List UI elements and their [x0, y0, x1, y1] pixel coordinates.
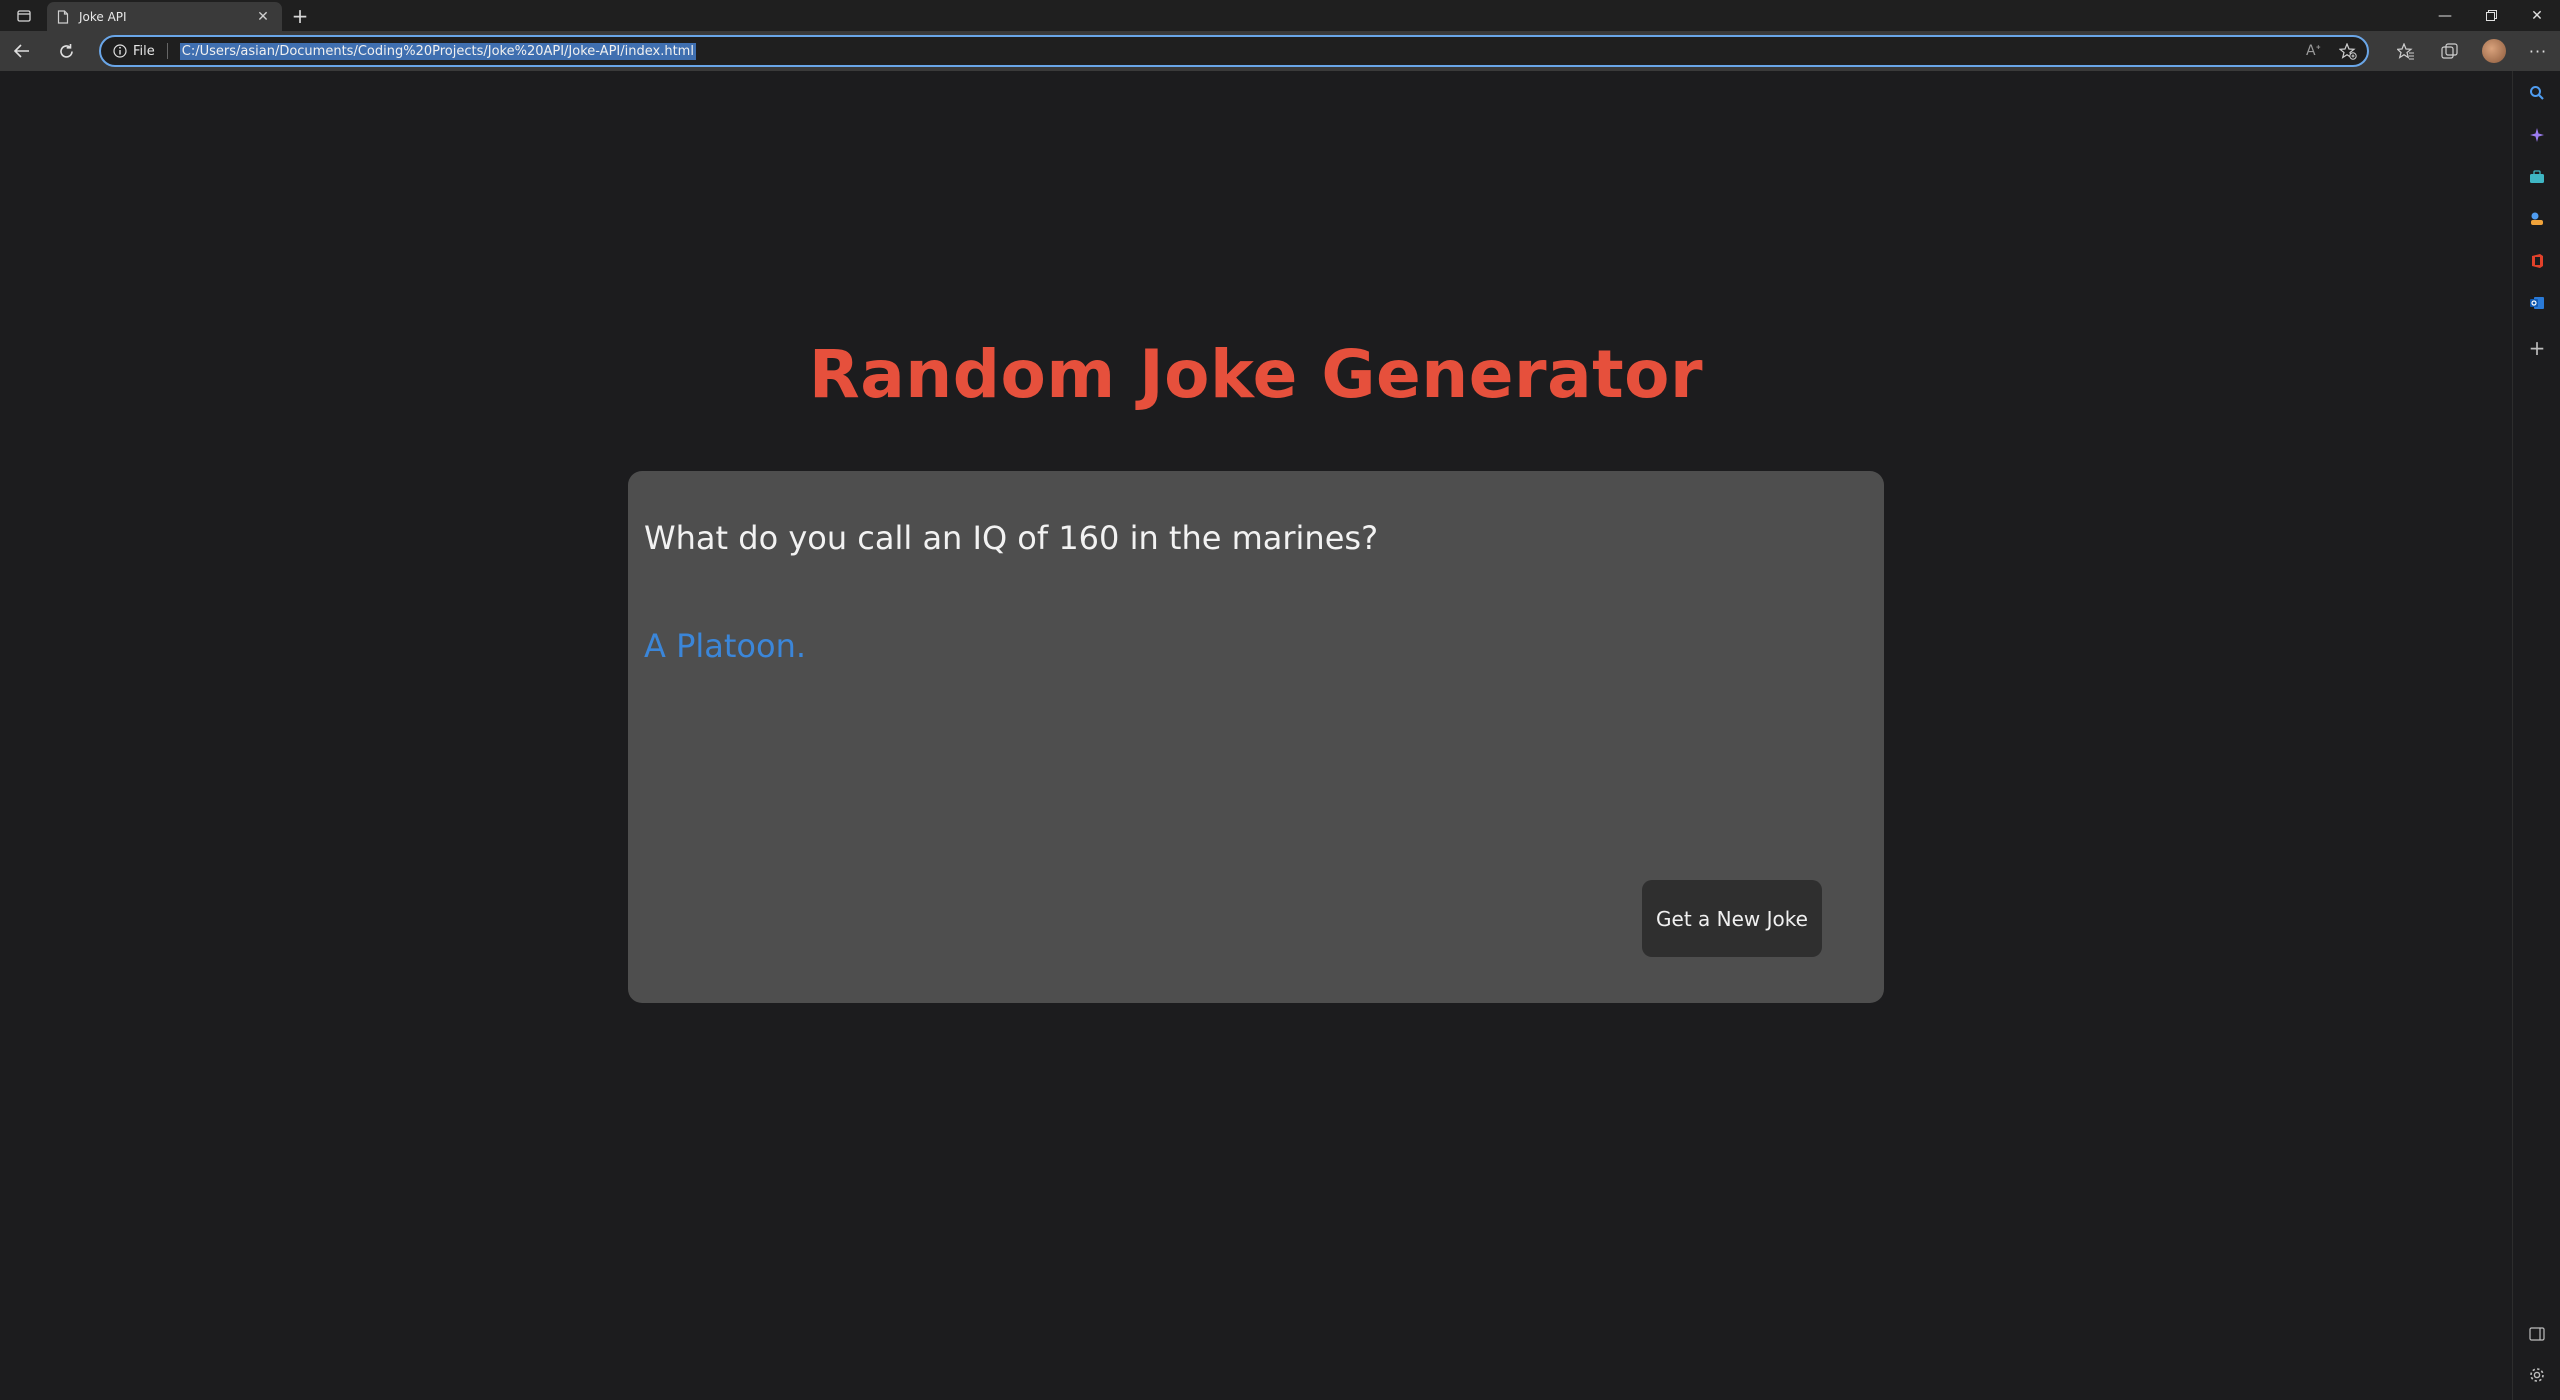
joke-punchline: A Platoon.: [644, 627, 807, 665]
sparkle-icon: [2530, 128, 2544, 142]
address-bar[interactable]: File C:/Users/asian/Documents/Coding%20P…: [99, 35, 2369, 67]
plus-icon: +: [2528, 336, 2546, 360]
sidebar-office-button[interactable]: [2513, 243, 2560, 279]
plus-icon: +: [291, 3, 309, 28]
tab-actions-button[interactable]: [0, 0, 47, 31]
site-info-button[interactable]: File: [113, 43, 168, 59]
title-bar: Joke API ✕ + — ✕: [0, 0, 2560, 31]
page-viewport: Random Joke Generator What do you call a…: [0, 71, 2512, 1400]
joke-setup: What do you call an IQ of 160 in the mar…: [644, 519, 1379, 557]
refresh-icon: [59, 43, 73, 58]
minimize-button[interactable]: —: [2422, 0, 2468, 31]
tab-title: Joke API: [79, 9, 127, 24]
sidebar-outlook-button[interactable]: [2513, 285, 2560, 321]
browser-toolbar: File C:/Users/asian/Documents/Coding%20P…: [0, 31, 2560, 71]
profile-button[interactable]: [2472, 31, 2516, 71]
sidebar-hide-button[interactable]: [2513, 1316, 2560, 1352]
sidebar-copilot-button[interactable]: [2513, 117, 2560, 153]
back-arrow-icon: [13, 44, 29, 58]
office-icon: [2532, 254, 2543, 268]
games-icon: [2531, 212, 2543, 225]
settings-menu-button[interactable]: ···: [2516, 31, 2560, 71]
edge-sidebar: +: [2512, 71, 2560, 1400]
sidebar-add-button[interactable]: +: [2513, 330, 2560, 366]
toolbar-right-group: ···: [2384, 31, 2560, 71]
minimize-icon: —: [2438, 7, 2452, 24]
favorites-icon: [2397, 42, 2414, 59]
sidebar-search-button[interactable]: [2513, 75, 2560, 111]
back-button[interactable]: [0, 31, 44, 71]
refresh-button[interactable]: [44, 31, 88, 71]
avatar: [2482, 39, 2506, 63]
scheme-label: File: [133, 43, 155, 59]
new-joke-button[interactable]: Get a New Joke: [1642, 880, 1822, 957]
page-title: Random Joke Generator: [808, 336, 1704, 413]
collections-button[interactable]: [2428, 31, 2472, 71]
sidebar-games-button[interactable]: [2513, 201, 2560, 237]
info-icon: [113, 44, 127, 58]
url-text[interactable]: C:/Users/asian/Documents/Coding%20Projec…: [179, 42, 696, 60]
close-icon: ✕: [2531, 7, 2543, 24]
page-icon: [57, 9, 69, 24]
close-window-button[interactable]: ✕: [2514, 0, 2560, 31]
sidebar-settings-button[interactable]: [2513, 1357, 2560, 1393]
browser-tab[interactable]: Joke API ✕: [47, 2, 282, 31]
collections-icon: [2441, 43, 2458, 59]
search-icon: [2530, 86, 2544, 100]
hide-sidebar-icon: [2529, 1327, 2545, 1341]
more-icon: ···: [2528, 41, 2548, 61]
favorites-button[interactable]: [2384, 31, 2428, 71]
new-tab-button[interactable]: +: [282, 0, 318, 31]
sidebar-tools-button[interactable]: [2513, 159, 2560, 195]
gear-icon: [2530, 1368, 2544, 1382]
joke-card: What do you call an IQ of 160 in the mar…: [628, 471, 1884, 1003]
tab-actions-icon: [16, 9, 31, 22]
read-aloud-icon[interactable]: Aᐩ: [2306, 43, 2321, 59]
add-favorite-icon[interactable]: [2339, 42, 2357, 60]
outlook-icon: [2530, 297, 2544, 309]
tab-close-icon[interactable]: ✕: [254, 9, 272, 25]
toolbox-icon: [2530, 170, 2544, 183]
restore-icon: [2485, 10, 2497, 21]
title-bar-drag-area: [318, 0, 2422, 31]
restore-button[interactable]: [2468, 0, 2514, 31]
